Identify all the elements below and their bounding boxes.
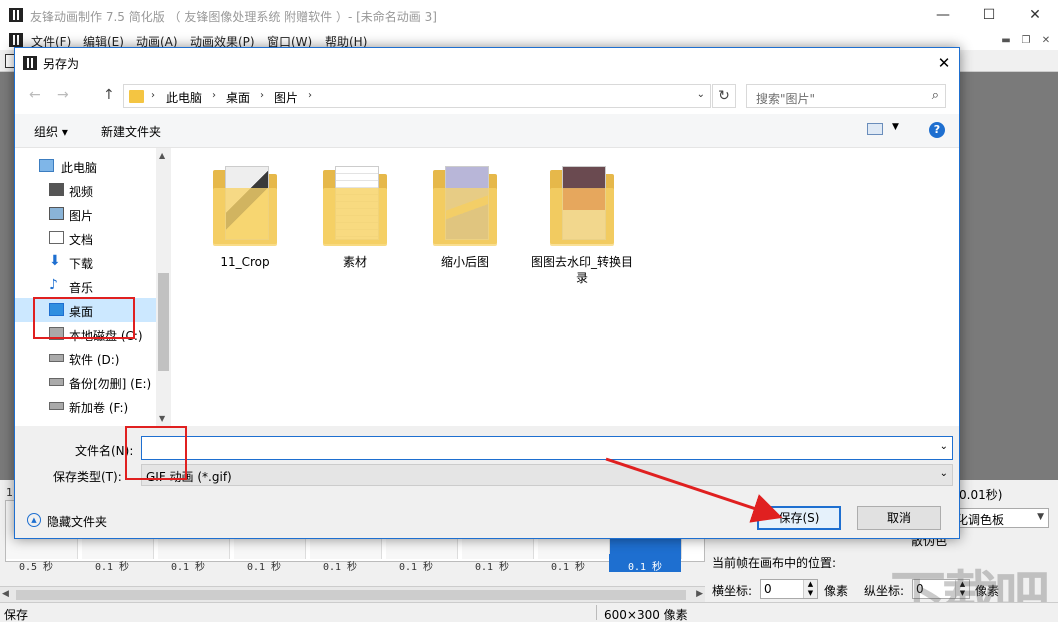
app-stage: 友锋动画制作 7.5 简化版 （ 友锋图像处理系统 附赠软件 ）- [未命名动画… bbox=[0, 0, 1058, 622]
annotation-arrow bbox=[605, 457, 783, 523]
arrow-line bbox=[605, 457, 783, 523]
